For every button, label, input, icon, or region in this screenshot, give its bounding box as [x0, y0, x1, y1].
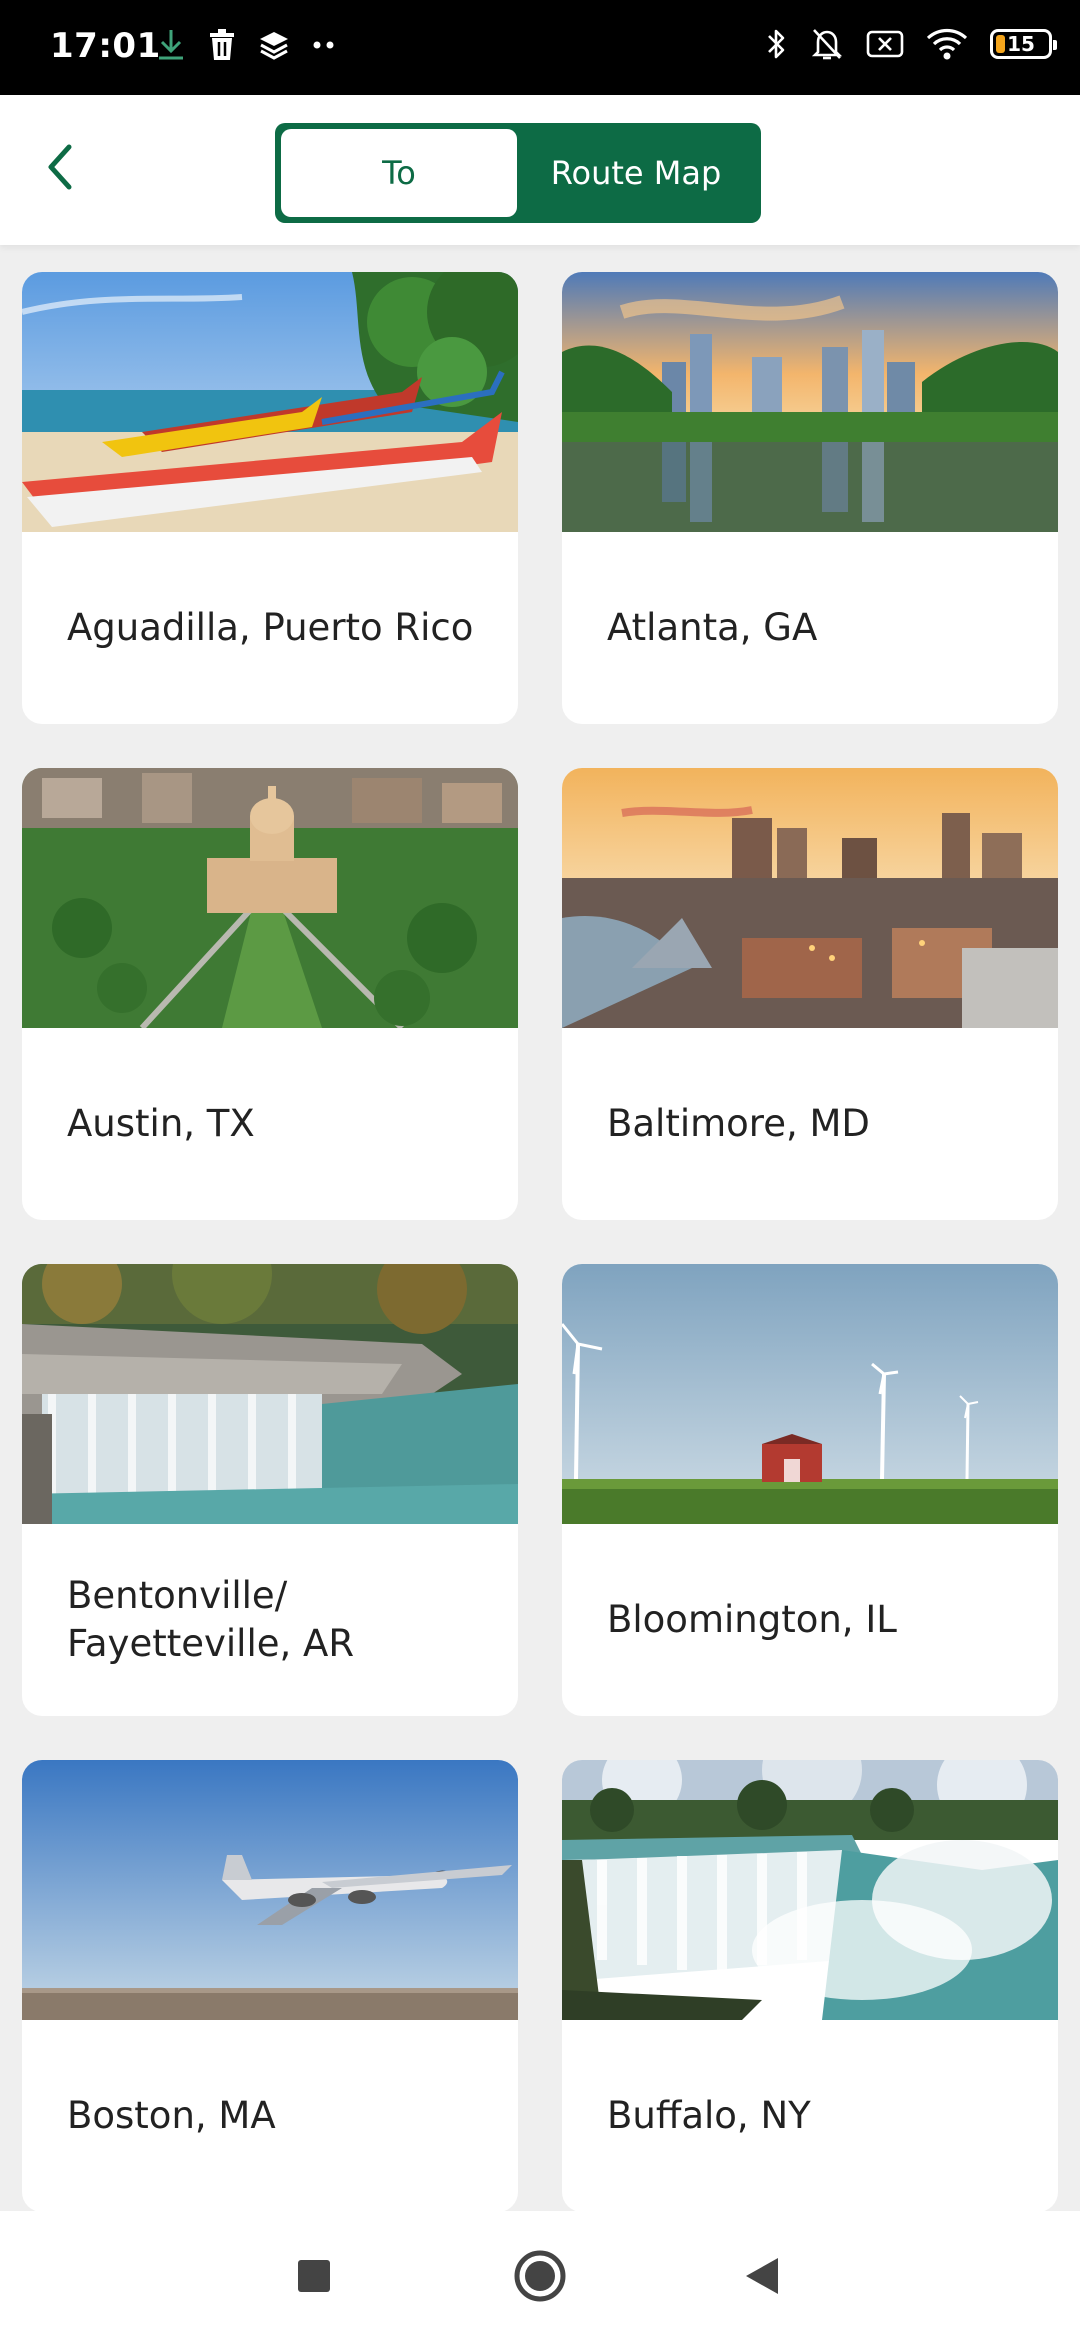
more-dots-icon [312, 40, 336, 50]
download-icon [156, 28, 186, 62]
wind-turbines-barn-photo [562, 1264, 1058, 1524]
bluetooth-icon [766, 26, 788, 62]
delete-icon [208, 29, 236, 61]
tab-route-map[interactable]: Route Map [517, 129, 755, 217]
destination-card-austin[interactable]: Austin, TX [22, 768, 518, 1220]
destination-label: Baltimore, MD [607, 1102, 870, 1145]
back-triangle-icon[interactable] [727, 2241, 797, 2311]
destination-label: Bloomington, IL [607, 1598, 897, 1641]
destination-label: Austin, TX [67, 1102, 255, 1145]
back-button[interactable] [30, 139, 90, 199]
capitol-aerial-photo [22, 768, 518, 1028]
destination-label: Buffalo, NY [607, 2094, 811, 2137]
destination-toggle: To Route Map [275, 123, 761, 223]
waterfall-photo [22, 1264, 518, 1524]
status-left-icons [156, 28, 336, 62]
app-header: To Route Map [0, 95, 1080, 245]
destination-label: Aguadilla, Puerto Rico [67, 606, 474, 649]
destination-card-baltimore[interactable]: Baltimore, MD [562, 768, 1058, 1220]
destination-card-buffalo[interactable]: Buffalo, NY [562, 1760, 1058, 2211]
home-circle-icon[interactable] [505, 2241, 575, 2311]
chevron-left-icon [45, 143, 75, 195]
status-time: 17:01 [50, 26, 161, 66]
harbor-sunset-photo [562, 768, 1058, 1028]
destination-grid: Aguadilla, Puerto Rico Atlanta, GA Austi… [0, 245, 1080, 2211]
destination-card-aguadilla[interactable]: Aguadilla, Puerto Rico [22, 272, 518, 724]
destination-card-bloomington[interactable]: Bloomington, IL [562, 1264, 1058, 1716]
system-nav-bar [0, 2211, 1080, 2340]
status-bar: 17:01 15 [0, 0, 1080, 95]
stack-icon [258, 30, 290, 60]
destination-card-boston[interactable]: Boston, MA [22, 1760, 518, 2211]
destination-label: Boston, MA [67, 2094, 276, 2137]
destination-card-bentonville[interactable]: Bentonville/ Fayetteville, AR [22, 1264, 518, 1716]
no-sim-icon [866, 29, 904, 59]
destination-label: Bentonville/ Fayetteville, AR [67, 1574, 355, 1665]
destination-label: Atlanta, GA [607, 606, 818, 649]
airplane-photo [22, 1760, 518, 2020]
status-right-icons: 15 [766, 26, 1057, 62]
battery-fill [996, 35, 1005, 53]
wifi-icon [926, 27, 968, 61]
beach-boats-photo [22, 272, 518, 532]
destination-card-atlanta[interactable]: Atlanta, GA [562, 272, 1058, 724]
battery-level: 15 [1007, 32, 1035, 56]
battery-icon: 15 [990, 29, 1057, 59]
tab-to[interactable]: To [281, 129, 517, 217]
bell-off-icon [810, 26, 844, 62]
skyline-lake-photo [562, 272, 1058, 532]
recents-square-icon[interactable] [279, 2241, 349, 2311]
niagara-falls-photo [562, 1760, 1058, 2020]
